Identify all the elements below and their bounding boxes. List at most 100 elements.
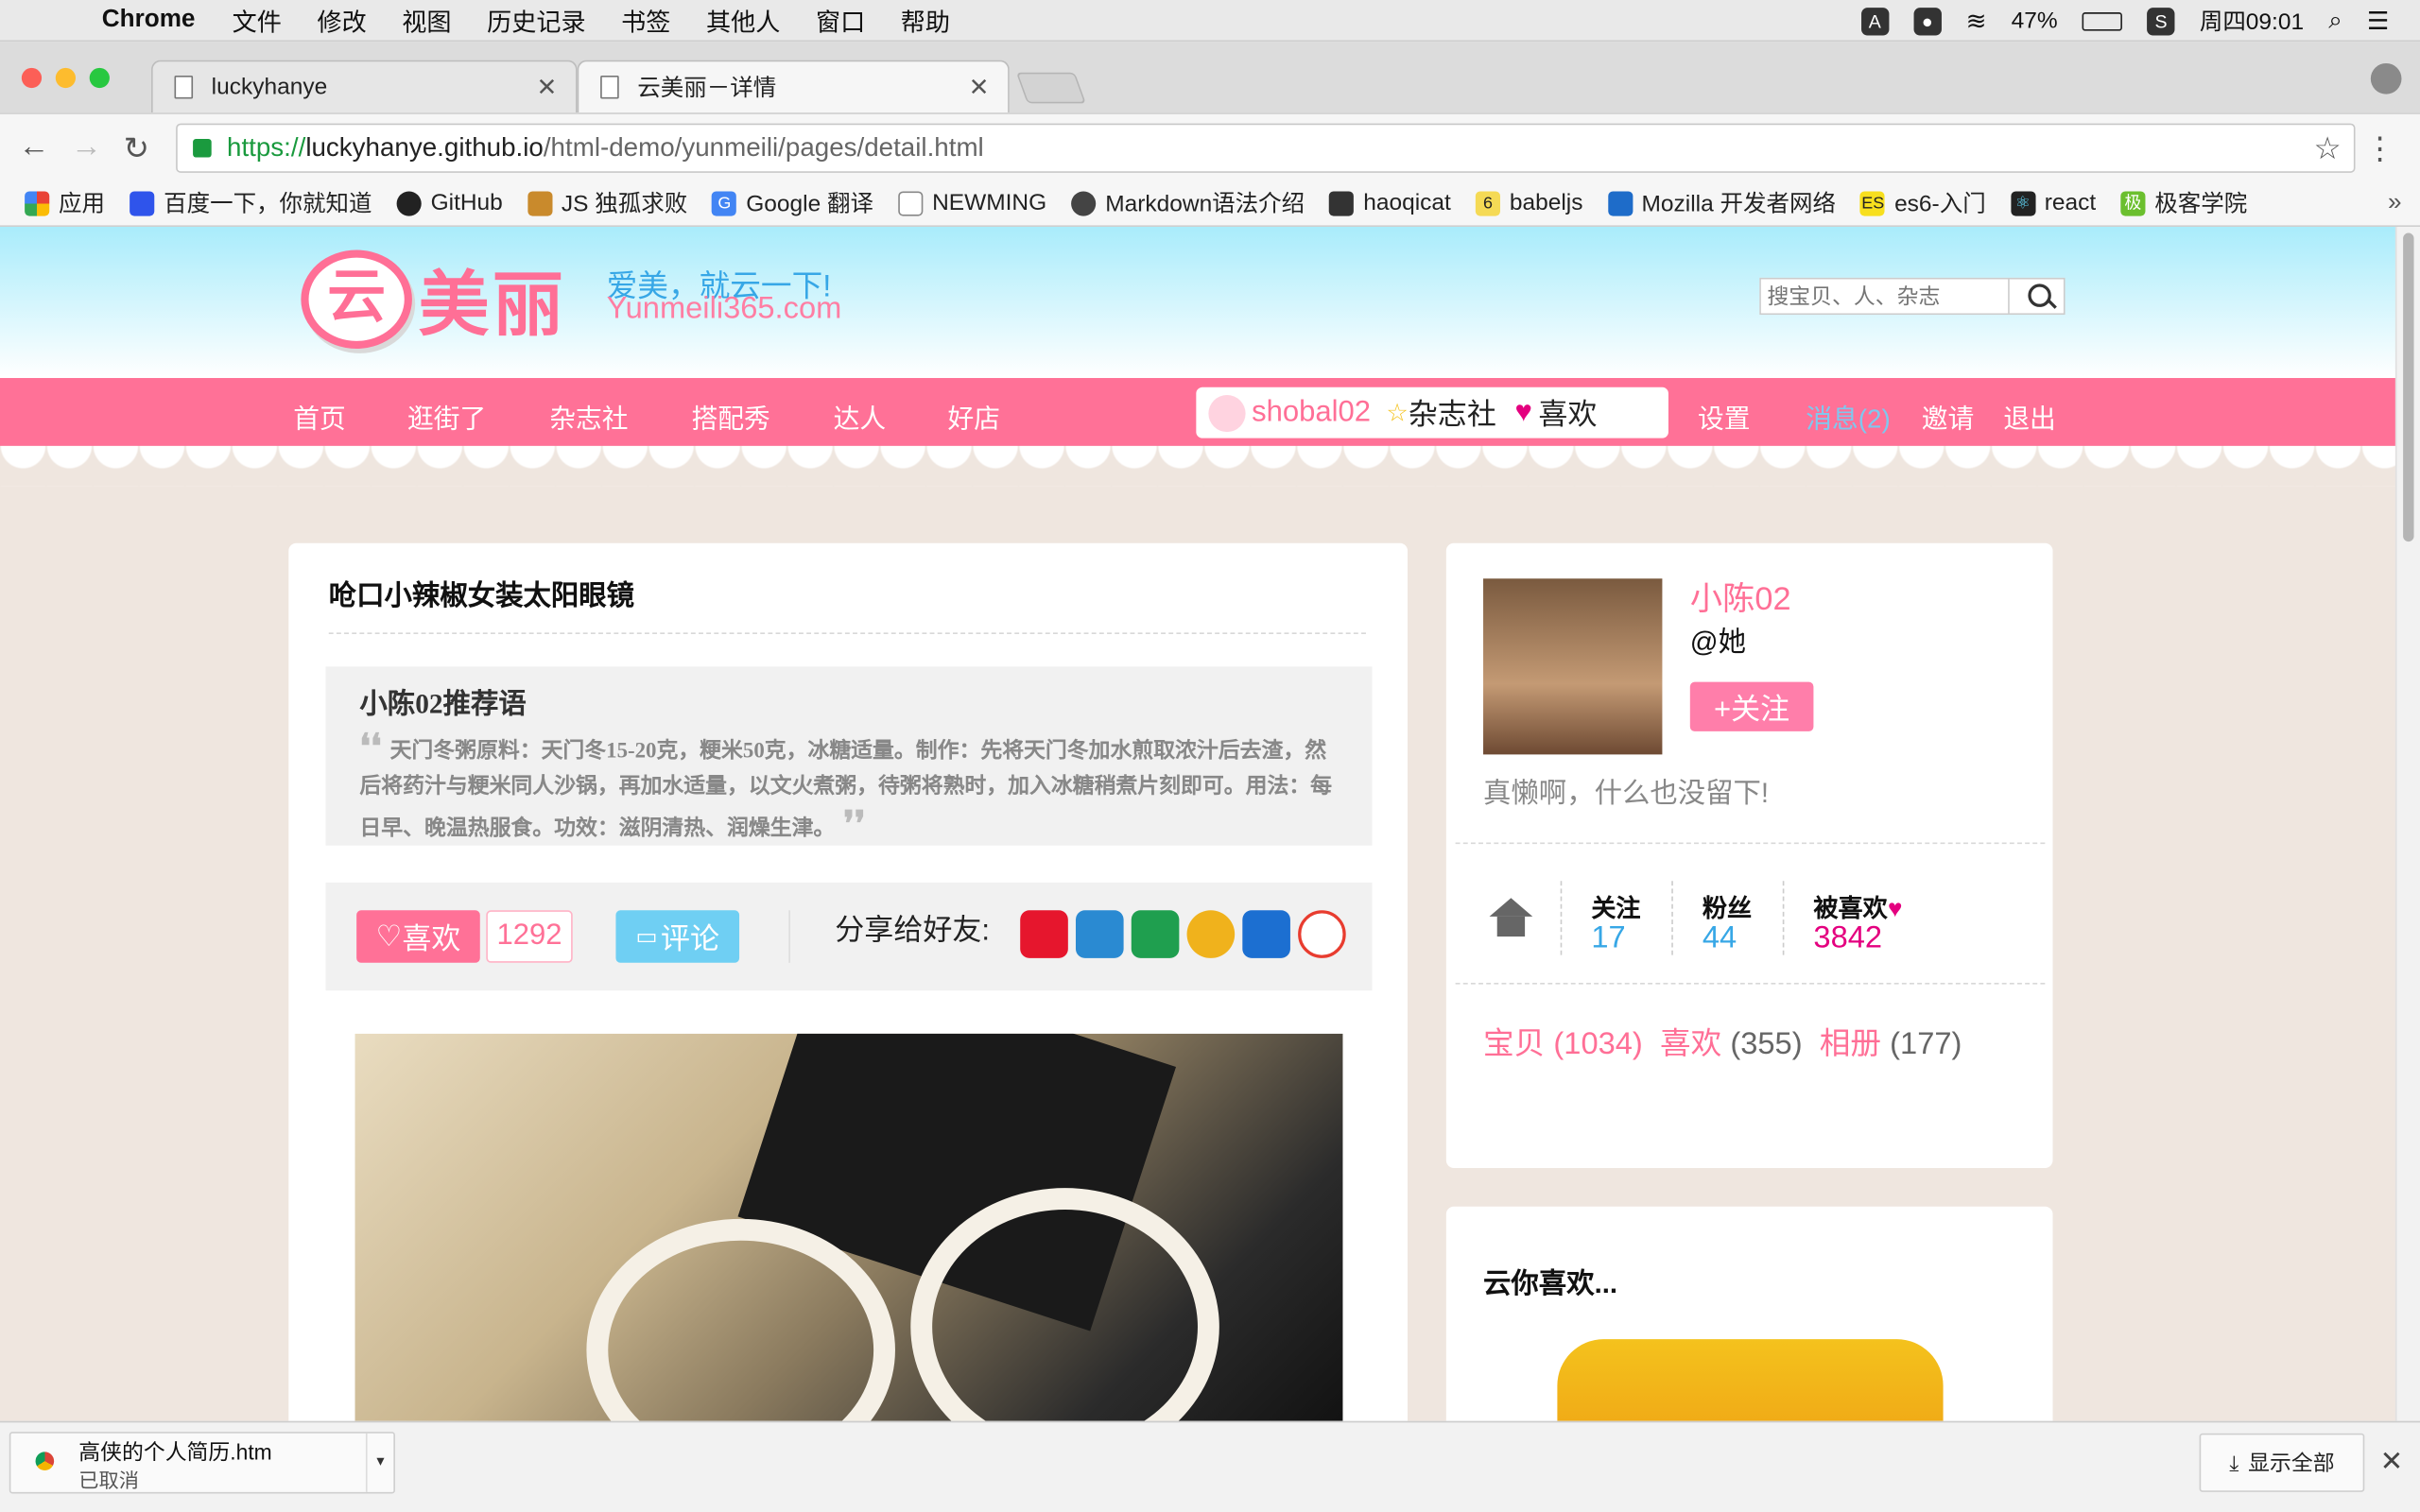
bookmark-react[interactable]: ⚛ react <box>2010 190 2096 216</box>
site-search <box>1759 277 2066 316</box>
notification-center-icon[interactable]: ☰ <box>2367 6 2389 37</box>
reload-icon[interactable]: ↻ <box>124 129 149 168</box>
close-tab-icon[interactable]: ✕ <box>537 73 558 104</box>
close-icon[interactable]: ✕ <box>2380 1446 2404 1478</box>
menu-chrome[interactable]: Chrome <box>102 7 196 34</box>
bookmark-haoqicat[interactable]: haoqicat <box>1329 190 1451 216</box>
download-item[interactable]: 高侠的个人简历.htm 已取消 ▾ <box>9 1432 395 1494</box>
recommend-product-image[interactable] <box>1557 1339 1944 1421</box>
nav-outfits[interactable]: 搭配秀 <box>691 397 769 436</box>
stat-following[interactable]: 关注 17 <box>1591 887 1640 954</box>
nav-home[interactable]: 首页 <box>293 397 346 436</box>
nav-messages[interactable]: 消息(2) <box>1806 397 1890 436</box>
search-icon[interactable] <box>2008 279 2064 314</box>
close-tab-icon[interactable]: ✕ <box>969 73 990 104</box>
avatar[interactable] <box>1208 394 1246 432</box>
bookmark-baidu[interactable]: 百度一下，你就知道 <box>130 187 372 219</box>
tab-luckyhanye[interactable]: luckyhanye ✕ <box>151 60 578 113</box>
profile-icon[interactable] <box>2370 62 2402 94</box>
show-all-downloads-button[interactable]: ⤓ 显示全部 <box>2199 1433 2365 1492</box>
nav-experts[interactable]: 达人 <box>834 397 887 436</box>
stat-value: 44 <box>1702 920 1737 955</box>
menu-view[interactable]: 视图 <box>402 2 451 39</box>
comment-button[interactable]: ▭ 评论 <box>615 910 740 963</box>
page-icon <box>898 190 924 215</box>
tab-detail[interactable]: 云美丽－详情 ✕ <box>577 60 1010 113</box>
bookmark-mdn[interactable]: Mozilla 开发者网络 <box>1607 187 1836 219</box>
my-likes-link[interactable]: 喜欢 <box>1538 392 1597 434</box>
likes-link[interactable]: 喜欢 <box>1660 1027 1721 1061</box>
new-tab-button[interactable] <box>1015 72 1086 104</box>
albums-link[interactable]: 相册 <box>1820 1027 1881 1061</box>
menu-history[interactable]: 历史记录 <box>487 2 586 39</box>
menu-people[interactable]: 其他人 <box>706 2 780 39</box>
follow-button[interactable]: +关注 <box>1689 681 1814 731</box>
menu-help[interactable]: 帮助 <box>901 2 950 39</box>
home-icon[interactable] <box>1489 898 1533 937</box>
site-logo[interactable]: 云 美丽 <box>301 249 566 351</box>
microphone-icon[interactable]: ● <box>1913 7 1942 35</box>
spotlight-icon[interactable]: ⌕ <box>2328 7 2342 34</box>
bookmark-markdown[interactable]: Markdown语法介绍 <box>1071 187 1305 219</box>
weibo-icon[interactable] <box>1020 910 1068 958</box>
adobe-icon[interactable]: A <box>1860 7 1889 35</box>
bookmark-jikexueyuan[interactable]: 极极客学院 <box>2120 187 2247 219</box>
bookmark-google-translate[interactable]: G Google 翻译 <box>712 187 873 219</box>
stat-followers[interactable]: 粉丝 44 <box>1702 887 1752 955</box>
bookmark-babeljs[interactable]: 6 babeljs <box>1475 190 1582 216</box>
zoom-window-icon[interactable] <box>89 67 110 89</box>
clock[interactable]: 周四09:01 <box>2200 5 2304 37</box>
back-icon[interactable]: ← <box>19 129 50 165</box>
profile-name[interactable]: 小陈02 <box>1690 574 1791 620</box>
bookmark-es6[interactable]: ES es6-入门 <box>1860 187 1986 219</box>
nav-invite[interactable]: 邀请 <box>1922 397 1975 436</box>
bookmark-star-icon[interactable]: ☆ <box>2314 129 2342 168</box>
nav-shops[interactable]: 好店 <box>947 397 1000 436</box>
scrollbar-thumb[interactable] <box>2403 232 2414 542</box>
wifi-icon[interactable]: ≋ <box>1966 6 1987 37</box>
like-button[interactable]: ♡ 喜欢 <box>356 910 480 963</box>
bookmarks-overflow-icon[interactable]: » <box>2388 190 2402 217</box>
menu-window[interactable]: 窗口 <box>816 2 865 39</box>
nav-logout[interactable]: 退出 <box>2003 397 2056 436</box>
chrome-menu-icon[interactable]: ⋮ <box>2364 129 2395 168</box>
quote-open-icon: ❛❛ <box>359 727 390 765</box>
hat-icon <box>1071 190 1097 215</box>
items-link[interactable]: 宝贝 <box>1483 1027 1545 1061</box>
bookmark-github[interactable]: GitHub <box>396 190 503 216</box>
close-window-icon[interactable] <box>21 67 43 89</box>
quote-close-icon: ❜❜ <box>835 803 866 843</box>
kaixin-icon[interactable] <box>1298 910 1346 958</box>
app-s-icon[interactable]: S <box>2147 7 2175 35</box>
renren-icon[interactable] <box>1242 910 1290 958</box>
nav-magazine[interactable]: 杂志社 <box>549 397 628 436</box>
menu-file[interactable]: 文件 <box>233 2 282 39</box>
username-link[interactable]: shobal02 <box>1252 396 1371 430</box>
battery-icon[interactable] <box>2082 11 2123 30</box>
product-photo <box>354 1033 1343 1421</box>
download-status: 已取消 <box>78 1469 139 1492</box>
search-input[interactable] <box>1760 279 2009 314</box>
minimize-window-icon[interactable] <box>55 67 77 89</box>
tab-title: luckyhanye <box>211 74 328 101</box>
nav-shopping[interactable]: 逛街了 <box>407 397 486 436</box>
bookmark-js[interactable]: JS 独孤求败 <box>527 187 687 219</box>
bookmark-newming[interactable]: NEWMING <box>898 190 1046 216</box>
nav-settings[interactable]: 设置 <box>1698 397 1751 436</box>
pinterest-icon[interactable] <box>1075 910 1124 958</box>
my-magazine-link[interactable]: 杂志社 <box>1409 392 1496 434</box>
menu-bookmarks[interactable]: 书签 <box>621 2 670 39</box>
stat-liked[interactable]: 被喜欢♥ 3842 <box>1813 887 1902 954</box>
qzone-icon[interactable] <box>1186 910 1236 958</box>
profile-photo[interactable] <box>1483 578 1663 755</box>
page-scrollbar[interactable] <box>2394 227 2420 1421</box>
bookmark-apps[interactable]: 应用 <box>25 187 105 219</box>
menu-edit[interactable]: 修改 <box>317 2 366 39</box>
bookmark-label: es6-入门 <box>1894 191 1986 218</box>
address-bar[interactable]: https:// luckyhanye.github.io /html-demo… <box>176 123 2356 173</box>
forward-icon[interactable]: → <box>71 129 102 165</box>
douban-icon[interactable] <box>1131 910 1180 958</box>
like-label: 喜欢 <box>402 923 461 956</box>
chevron-down-icon[interactable]: ▾ <box>365 1433 393 1492</box>
bookmark-label: JS 独孤求败 <box>561 191 688 218</box>
